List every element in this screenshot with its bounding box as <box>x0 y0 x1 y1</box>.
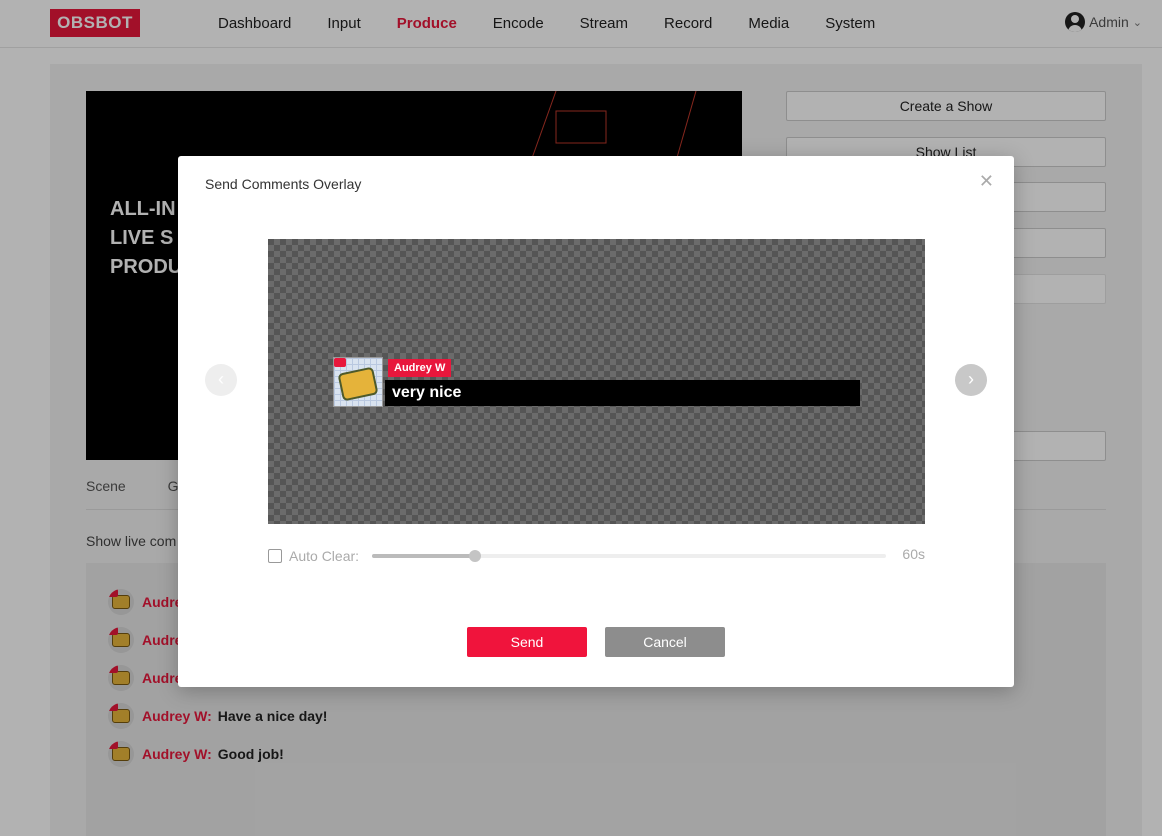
slider-thumb[interactable] <box>468 550 481 562</box>
chevron-right-icon[interactable]: › <box>955 364 987 396</box>
overlay-author-name: Audrey W <box>388 359 452 377</box>
auto-clear-checkbox[interactable] <box>268 549 282 563</box>
youtube-icon <box>334 358 346 367</box>
auto-clear-value: 60s <box>902 546 925 562</box>
auto-clear-row: Auto Clear: 60s <box>268 546 925 566</box>
chevron-left-icon[interactable]: ‹ <box>205 364 237 396</box>
auto-clear-label: Auto Clear: <box>289 548 360 564</box>
overlay-preview-stage: Audrey W very nice <box>268 239 925 524</box>
overlay-avatar <box>333 357 383 407</box>
cancel-button[interactable]: Cancel <box>605 627 725 657</box>
dialog-title: Send Comments Overlay <box>205 176 362 192</box>
send-button[interactable]: Send <box>467 627 587 657</box>
avatar-image <box>337 366 379 402</box>
send-comments-overlay-dialog: Send Comments Overlay ✕ ‹ Audrey W very … <box>178 156 1014 687</box>
slider-fill <box>372 554 475 558</box>
close-icon[interactable]: ✕ <box>979 171 994 192</box>
auto-clear-slider[interactable] <box>372 550 886 562</box>
overlay-comment-text: very nice <box>385 380 860 406</box>
